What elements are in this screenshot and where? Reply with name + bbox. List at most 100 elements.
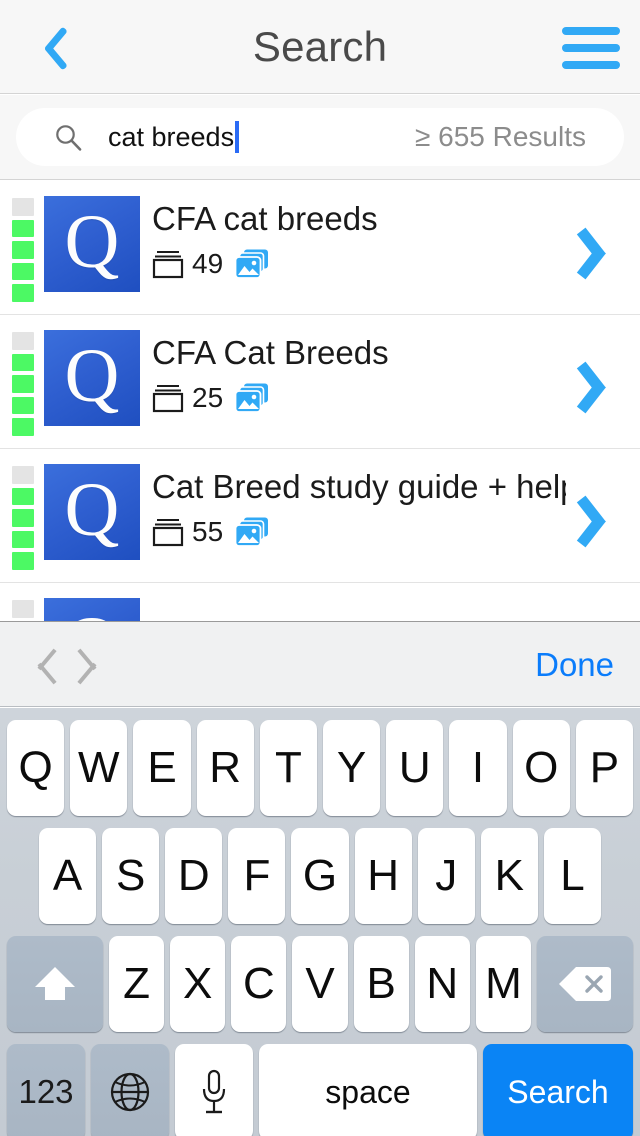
mastery-segment (12, 198, 34, 216)
key-p[interactable]: P (575, 720, 634, 816)
set-title: Cat Breed study guide + help (152, 469, 566, 505)
key-j[interactable]: J (417, 828, 475, 924)
key-m[interactable]: M (475, 936, 531, 1032)
globe-icon (108, 1070, 152, 1114)
keyboard-row-2: A S D F G H J K L (0, 828, 640, 924)
mastery-indicator (12, 466, 34, 570)
set-logo-tile: Q (44, 196, 140, 292)
key-e[interactable]: E (133, 720, 191, 816)
mastery-segment (12, 466, 34, 484)
key-r[interactable]: R (196, 720, 254, 816)
key-k[interactable]: K (480, 828, 538, 924)
key-c[interactable]: C (231, 936, 287, 1032)
search-bar-container: cat breeds ≥ 655 Results (0, 95, 640, 180)
table-row[interactable]: Q (0, 583, 640, 621)
keyboard-row-4: 123 space Search (0, 1044, 640, 1136)
key-u[interactable]: U (386, 720, 444, 816)
row-content: Cat Breed study guide + help 55 (152, 469, 566, 548)
key-w[interactable]: W (70, 720, 128, 816)
shift-key[interactable] (7, 936, 103, 1032)
mastery-segment (12, 600, 34, 618)
page-title: Search (252, 23, 388, 70)
search-key[interactable]: Search (483, 1044, 633, 1136)
delete-key[interactable] (536, 936, 633, 1032)
result-count-label: ≥ 655 Results (414, 121, 586, 152)
mastery-segment (12, 332, 34, 350)
chevron-right-icon[interactable] (586, 359, 618, 413)
search-input[interactable]: cat breeds ≥ 655 Results (16, 108, 624, 166)
set-title: CFA cat breeds (152, 201, 378, 237)
mastery-indicator (12, 332, 34, 436)
key-o[interactable]: O (512, 720, 570, 816)
row-metadata: 55 (152, 516, 566, 548)
key-g[interactable]: G (291, 828, 349, 924)
table-row[interactable]: Q CFA cat breeds 49 (0, 181, 640, 315)
chevron-right-icon[interactable] (77, 645, 106, 685)
key-z[interactable]: Z (109, 936, 165, 1032)
set-title: CFA Cat Breeds (152, 335, 389, 371)
key-d[interactable]: D (165, 828, 223, 924)
keyboard-accessory-bar: Done (0, 621, 640, 707)
space-key[interactable]: space (259, 1044, 477, 1136)
card-count: 49 (192, 248, 224, 280)
dictation-key[interactable] (175, 1044, 253, 1136)
key-x[interactable]: X (170, 936, 226, 1032)
mastery-segment (12, 509, 34, 527)
language-key[interactable] (91, 1044, 169, 1136)
key-l[interactable]: L (543, 828, 601, 924)
key-y[interactable]: Y (323, 720, 381, 816)
card-count: 25 (192, 382, 224, 414)
table-row[interactable]: Q Cat Breed study guide + help 55 (0, 449, 640, 583)
search-results-list[interactable]: Q CFA cat breeds 49 Q CFA Cat Breeds 25 … (0, 181, 640, 621)
mastery-segment (12, 241, 34, 259)
mastery-segment (12, 353, 34, 372)
key-s[interactable]: S (102, 828, 160, 924)
table-row[interactable]: Q CFA Cat Breeds 25 (0, 315, 640, 449)
microphone-icon (201, 1068, 227, 1116)
menu-bar-1 (562, 27, 620, 35)
mastery-segment (12, 375, 34, 393)
key-f[interactable]: F (228, 828, 286, 924)
phone-screen: Search cat breeds ≥ 655 Results Q CFA ca… (0, 0, 640, 1136)
images-icon (234, 517, 269, 548)
done-button[interactable]: Done (535, 622, 614, 708)
mastery-segment (12, 552, 34, 570)
on-screen-keyboard[interactable]: Q W E R T Y U I O P A S D F G H J K L Z … (0, 708, 640, 1136)
row-content: CFA cat breeds 49 (152, 201, 566, 280)
keyboard-row-3: Z X C V B N M (0, 936, 640, 1032)
navigation-bar: Search (0, 0, 640, 94)
key-h[interactable]: H (354, 828, 412, 924)
numbers-key[interactable]: 123 (7, 1044, 85, 1136)
quizlet-q-logo: Q (64, 334, 120, 418)
key-n[interactable]: N (414, 936, 470, 1032)
backspace-delete-icon (558, 964, 611, 1004)
card-count: 55 (192, 516, 224, 548)
key-a[interactable]: A (39, 828, 97, 924)
mastery-indicator (12, 198, 34, 302)
text-cursor (235, 121, 240, 153)
quizlet-q-logo: Q (65, 606, 120, 621)
mastery-indicator (12, 600, 34, 621)
key-q[interactable]: Q (6, 720, 65, 816)
mastery-segment (12, 487, 34, 506)
row-metadata: 49 (152, 248, 566, 280)
mastery-segment (12, 262, 34, 281)
chevron-left-icon[interactable] (28, 645, 57, 685)
mastery-segment (12, 396, 34, 415)
mastery-segment (12, 530, 34, 549)
key-v[interactable]: V (292, 936, 348, 1032)
cards-stack-icon (152, 249, 184, 279)
set-logo-tile: Q (44, 464, 140, 560)
key-t[interactable]: T (259, 720, 317, 816)
key-b[interactable]: B (353, 936, 409, 1032)
chevron-right-icon[interactable] (586, 225, 618, 279)
hamburger-menu-icon[interactable] (562, 20, 624, 76)
key-i[interactable]: I (449, 720, 507, 816)
row-content: CFA Cat Breeds 25 (152, 335, 566, 414)
mastery-segment (12, 284, 34, 302)
shift-arrow-icon (32, 962, 78, 1006)
images-icon (234, 383, 269, 414)
search-query-value: cat breeds (108, 122, 235, 152)
form-navigation-arrows (28, 622, 106, 708)
chevron-right-icon[interactable] (586, 493, 618, 547)
